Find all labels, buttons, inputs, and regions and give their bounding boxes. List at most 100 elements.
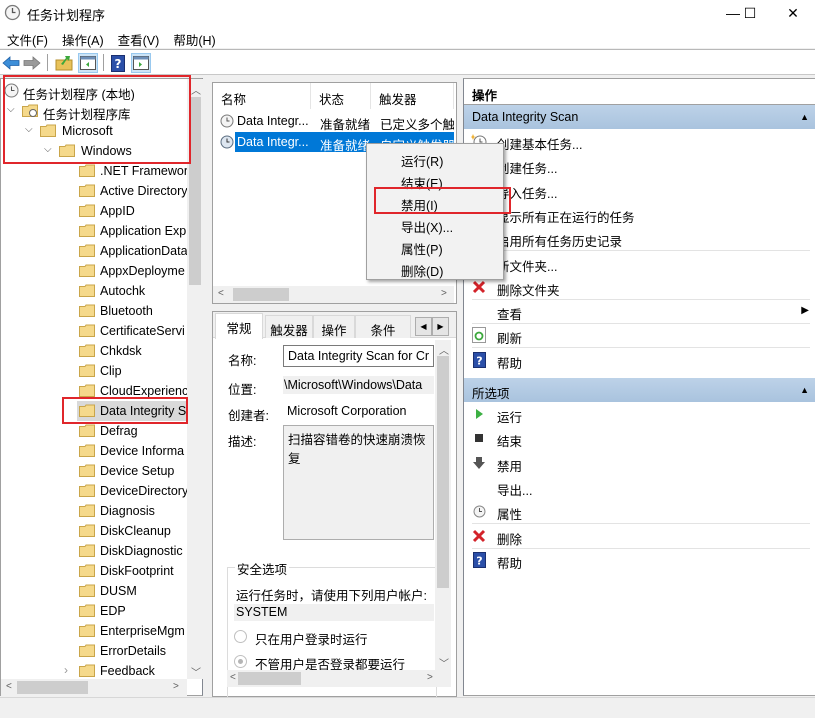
tree-item-folder[interactable]: ErrorDetails — [1, 641, 187, 661]
context-menu-export[interactable]: 导出(X)... — [368, 213, 502, 235]
context-menu-end[interactable]: 结束(E) — [368, 169, 502, 191]
forward-button[interactable] — [22, 53, 42, 73]
action-item[interactable]: 创建任务... — [464, 153, 809, 177]
scrollbar-thumb[interactable] — [189, 97, 201, 285]
tab-general[interactable]: 常规 — [215, 313, 263, 339]
location-field[interactable]: \Microsoft\Windows\Data — [283, 376, 434, 394]
action-item[interactable]: 创建基本任务... — [464, 129, 809, 153]
action-item[interactable]: 删除文件夹 — [464, 275, 809, 299]
column-header-name[interactable]: 名称 — [213, 83, 311, 109]
context-menu-delete[interactable]: 删除(D) — [368, 257, 502, 279]
tree-item-folder[interactable]: DUSM — [1, 581, 187, 601]
name-field[interactable]: Data Integrity Scan for Cr — [283, 345, 434, 367]
action-item[interactable]: 删除 — [464, 524, 809, 548]
tree-item-folder[interactable]: Application Exp — [1, 221, 187, 241]
action-item[interactable]: 启用所有任务历史记录 — [464, 226, 809, 250]
tree-item-folder[interactable]: Chkdsk — [1, 341, 187, 361]
help-button[interactable]: ? — [108, 53, 128, 73]
tree-item-selected[interactable]: Data Integrity S — [1, 401, 187, 421]
tab-scroll-right-icon[interactable]: ▶ — [432, 317, 449, 336]
scroll-right-icon[interactable]: > — [173, 681, 179, 692]
scrollbar-thumb[interactable] — [233, 288, 289, 301]
tree-horizontal-scrollbar[interactable]: < > — [1, 679, 187, 696]
collapse-icon[interactable]: ▲ — [800, 112, 809, 122]
context-menu-properties[interactable]: 属性(P) — [368, 235, 502, 257]
tree-item-folder[interactable]: CertificateServi — [1, 321, 187, 341]
author-field[interactable]: Microsoft Corporation — [287, 404, 434, 418]
show-console-tree-button[interactable] — [78, 53, 98, 73]
section-header-task[interactable]: Data Integrity Scan ▲ — [464, 105, 815, 129]
tree-item-folder[interactable]: Diagnosis — [1, 501, 187, 521]
action-item[interactable]: 导入任务... — [464, 178, 809, 202]
scrollbar-thumb[interactable] — [17, 681, 88, 694]
tree-item-folder[interactable]: Autochk — [1, 281, 187, 301]
tree-item-folder[interactable]: .NET Framework — [1, 161, 187, 181]
task-row[interactable]: Data Integr... 准备就绪 已定义多个触 — [213, 111, 454, 132]
tree-item-library[interactable]: ⌵ 任务计划程序库 — [1, 101, 187, 121]
run-whether-logged-on-radio[interactable] — [234, 655, 247, 668]
tree-item-folder[interactable]: Device Informa — [1, 441, 187, 461]
action-item[interactable]: 属性 — [464, 499, 809, 523]
menu-action[interactable]: 操作(A) — [55, 26, 111, 48]
action-item[interactable]: ? 帮助 — [464, 348, 809, 372]
scroll-left-icon[interactable]: < — [6, 681, 12, 692]
column-header-trigger[interactable]: 触发器 — [371, 83, 454, 109]
menu-file[interactable]: 文件(F) — [0, 26, 55, 48]
scroll-down-icon[interactable]: ﹀ — [191, 664, 201, 679]
tree-item-folder[interactable]: DeviceDirectory — [1, 481, 187, 501]
chevron-down-icon[interactable]: ⌵ — [7, 104, 15, 115]
scroll-left-icon[interactable]: < — [218, 288, 224, 299]
tab-actions[interactable]: 操作 — [313, 315, 355, 338]
column-header-status[interactable]: 状态 — [311, 83, 371, 109]
maximize-button[interactable]: ☐ — [727, 0, 773, 26]
tree-item-folder[interactable]: CloudExperienc — [1, 381, 187, 401]
tasklist-horizontal-scrollbar[interactable]: < > — [213, 286, 454, 303]
tree-item-folder[interactable]: EDP — [1, 601, 187, 621]
action-item[interactable]: 新文件夹... — [464, 251, 809, 275]
scroll-right-icon[interactable]: > — [427, 672, 433, 683]
tree-item-root[interactable]: 任务计划程序 (本地) — [1, 81, 187, 101]
tree-item-folder[interactable]: Clip — [1, 361, 187, 381]
menu-view[interactable]: 查看(V) — [111, 26, 167, 48]
action-item[interactable]: 刷新 — [464, 323, 809, 347]
scrollbar-thumb[interactable] — [437, 356, 449, 588]
user-account-field[interactable]: SYSTEM — [234, 604, 434, 621]
chevron-down-icon[interactable]: ⌵ — [44, 144, 52, 155]
action-item[interactable]: 显示所有正在运行的任务 — [464, 202, 809, 226]
scrollbar-thumb[interactable] — [238, 672, 301, 685]
scroll-right-icon[interactable]: > — [441, 288, 447, 299]
action-item[interactable]: 禁用 — [464, 451, 809, 475]
tree-item-folder[interactable]: Device Setup — [1, 461, 187, 481]
chevron-down-icon[interactable]: ⌵ — [25, 124, 33, 135]
section-header-selected[interactable]: 所选项 ▲ — [464, 378, 815, 402]
detail-horizontal-scrollbar[interactable]: < > — [227, 670, 451, 687]
description-field[interactable]: 扫描容错卷的快速崩溃恢复 — [283, 425, 434, 540]
chevron-right-icon[interactable]: › — [64, 663, 68, 677]
tree-item-folder[interactable]: Bluetooth — [1, 301, 187, 321]
action-item[interactable]: ? 帮助 — [464, 548, 809, 572]
splitter[interactable] — [204, 78, 212, 697]
scroll-up-icon[interactable]: ︿ — [191, 82, 201, 97]
action-item[interactable]: 导出... — [464, 475, 809, 499]
tab-conditions[interactable]: 条件 — [355, 315, 411, 338]
tree-item-folder[interactable]: DiskCleanup — [1, 521, 187, 541]
up-folder-button[interactable] — [54, 53, 74, 73]
tree-vertical-scrollbar[interactable]: ︿ ﹀ — [187, 79, 203, 679]
tree-item-folder[interactable]: DiskFootprint — [1, 561, 187, 581]
tree-item-folder[interactable]: AppID — [1, 201, 187, 221]
scroll-up-icon[interactable]: ︿ — [439, 342, 449, 357]
context-menu-run[interactable]: 运行(R) — [368, 147, 502, 169]
tab-scroll-left-icon[interactable]: ◀ — [415, 317, 432, 336]
tree-item-folder[interactable]: AppxDeployme — [1, 261, 187, 281]
tab-triggers[interactable]: 触发器 — [265, 315, 313, 338]
scroll-down-icon[interactable]: ﹀ — [439, 655, 449, 670]
tree-item-folder[interactable]: EnterpriseMgm — [1, 621, 187, 641]
action-item[interactable]: 运行 — [464, 402, 809, 426]
close-button[interactable]: ✕ — [770, 0, 815, 26]
tree-item-folder[interactable]: Active Directory — [1, 181, 187, 201]
tree-item-folder[interactable]: ApplicationData — [1, 241, 187, 261]
tree-item-folder[interactable]: › Feedback — [1, 661, 187, 681]
action-item[interactable]: 查看 ▶ — [464, 299, 809, 323]
tree-item-windows[interactable]: ⌵ Windows — [1, 141, 187, 161]
back-button[interactable] — [1, 53, 21, 73]
